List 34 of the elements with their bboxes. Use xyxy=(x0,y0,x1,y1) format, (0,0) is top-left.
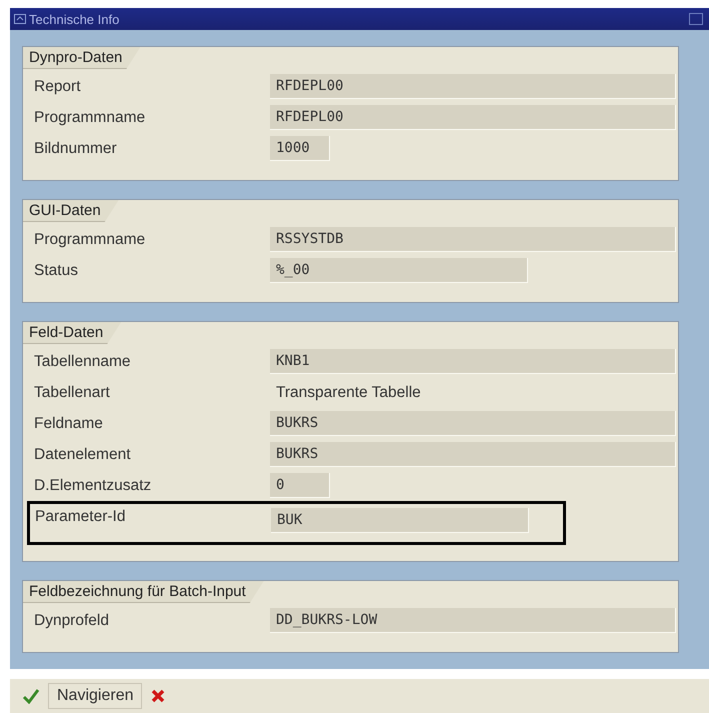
cancel-icon[interactable] xyxy=(150,688,166,704)
window-title: Technische Info xyxy=(29,12,120,26)
output-field: %_00 xyxy=(270,258,528,283)
group-title: Feldbezeichnung für Batch-Input xyxy=(23,581,264,603)
field-label: Status xyxy=(34,262,79,280)
window-icon xyxy=(14,14,26,24)
output-field: KNB1 xyxy=(270,349,676,374)
field-label: Bildnummer xyxy=(34,140,118,158)
field-label: Programmname xyxy=(34,230,146,248)
field-label: Dynprofeld xyxy=(34,612,110,630)
navigate-button[interactable]: Navigieren xyxy=(48,683,142,709)
maximize-icon[interactable] xyxy=(689,13,703,25)
field-label: Programmname xyxy=(34,108,146,126)
checkmark-icon[interactable] xyxy=(22,688,40,704)
output-field: BUK xyxy=(271,508,529,533)
output-field: RSSYSTDB xyxy=(270,227,676,252)
field-value: Transparente Tabelle xyxy=(275,382,422,402)
field-label: Report xyxy=(34,78,82,96)
output-field: BUKRS xyxy=(270,442,676,467)
field-label: Parameter-Id xyxy=(35,508,126,526)
group-title: GUI-Daten xyxy=(23,200,119,222)
output-field: RFDEPL00 xyxy=(270,105,676,130)
output-field: RFDEPL00 xyxy=(270,74,676,99)
field-label: Tabellenart xyxy=(34,384,111,402)
output-field: 1000 xyxy=(270,136,330,161)
group-title: Dynpro-Daten xyxy=(23,47,140,69)
output-field: 0 xyxy=(270,473,330,498)
field-label: Tabellenname xyxy=(34,352,132,370)
field-label: Feldname xyxy=(34,414,104,432)
field-label: Datenelement xyxy=(34,446,132,464)
group-title: Feld-Daten xyxy=(23,322,122,344)
output-field: BUKRS xyxy=(270,411,676,436)
field-label: D.Elementzusatz xyxy=(34,476,152,494)
output-field: DD_BUKRS-LOW xyxy=(270,608,676,633)
